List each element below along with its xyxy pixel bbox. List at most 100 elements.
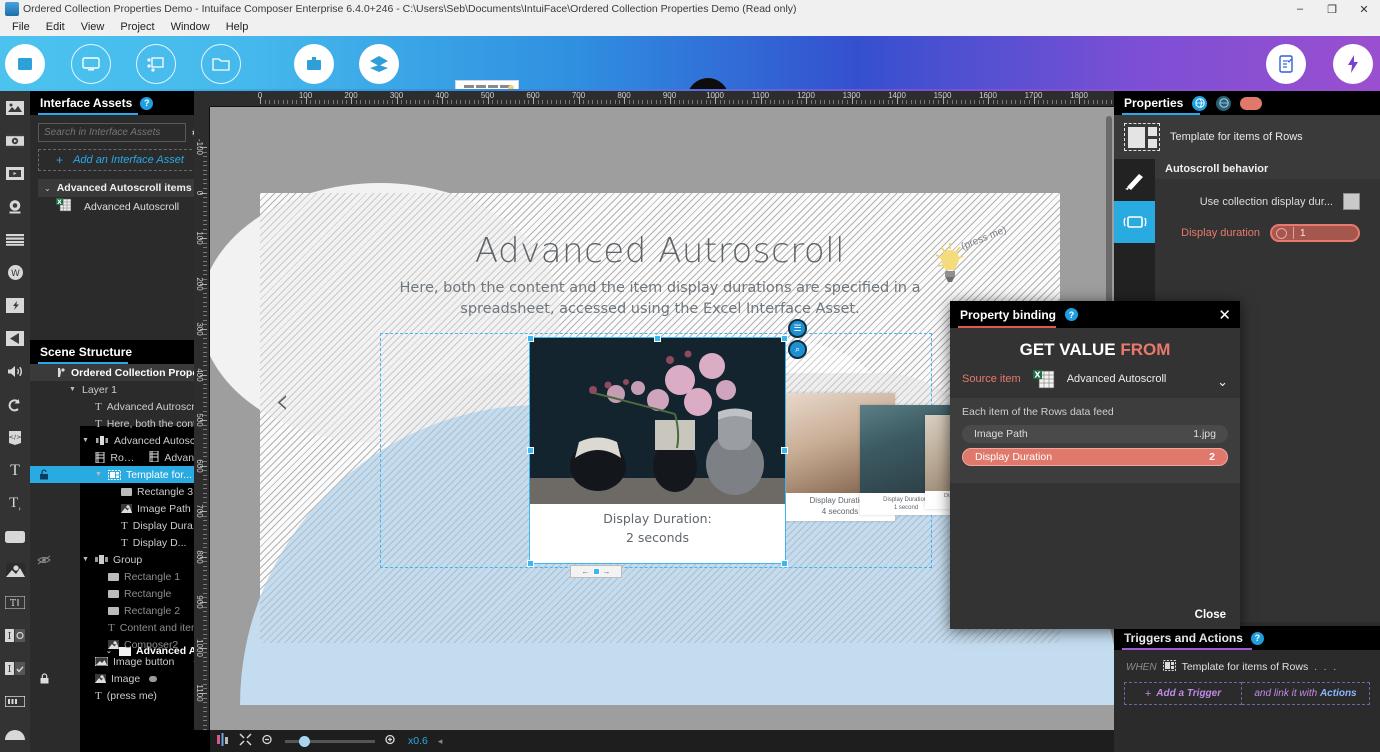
web-browser-tool[interactable]: W xyxy=(0,256,30,289)
scene-structure-row[interactable]: T Content and item... xyxy=(30,619,210,636)
scene-structure-row[interactable]: Rectangle 3 xyxy=(30,483,210,500)
scene-structure-row[interactable]: ▼ Layer 1 xyxy=(30,381,210,398)
use-collection-duration-checkbox[interactable] xyxy=(1343,193,1360,210)
chevron-down-icon[interactable]: ▼ xyxy=(69,386,77,393)
scene-structure-row[interactable]: T Display Dura... xyxy=(30,517,210,534)
layers-icon[interactable] xyxy=(359,44,399,84)
property-binding-dialog[interactable]: Property binding ? ✕ GET VALUE FROM Sour… xyxy=(950,301,1240,629)
binding-badge-icon[interactable]: ☰ xyxy=(788,319,807,338)
help-icon[interactable]: ? xyxy=(1250,631,1264,645)
new-experience-icon[interactable] xyxy=(5,44,45,84)
behavior-tab[interactable] xyxy=(1114,201,1155,243)
carousel-prev-icon[interactable]: ‹ xyxy=(275,381,289,422)
image-shape-tool[interactable] xyxy=(0,553,30,586)
interface-asset-item[interactable]: X Advanced Autoscroll xyxy=(38,197,202,217)
add-trigger-button[interactable]: + Add a Trigger xyxy=(1124,682,1242,705)
image-tool[interactable] xyxy=(0,91,30,124)
zoom-in-icon[interactable] xyxy=(385,734,398,748)
close-icon[interactable]: ✕ xyxy=(1218,306,1231,324)
binding-option-image-path[interactable]: Image Path 1.jpg xyxy=(962,425,1228,443)
refresh-tool[interactable] xyxy=(0,388,30,421)
text-tool[interactable]: T xyxy=(0,454,30,487)
ellipsis-menu-icon[interactable]: . . . xyxy=(1314,662,1338,673)
rectangle-tool[interactable] xyxy=(0,520,30,553)
resize-handle-ml[interactable] xyxy=(527,447,534,454)
zoom-slider[interactable] xyxy=(285,735,375,747)
resize-handle-tc[interactable] xyxy=(654,335,661,342)
3d-model-tool[interactable] xyxy=(0,322,30,355)
scrollbar-thumb[interactable] xyxy=(1106,116,1112,316)
scene-structure-row[interactable]: T (press me) xyxy=(30,687,210,704)
drag-center-handle[interactable] xyxy=(592,568,600,575)
rich-text-tool[interactable]: T› xyxy=(0,487,30,520)
minimize-button[interactable]: – xyxy=(1284,0,1316,18)
fit-to-screen-icon[interactable] xyxy=(239,733,252,749)
arc-tool[interactable] xyxy=(0,718,30,751)
menu-view[interactable]: View xyxy=(73,19,113,35)
lightning-icon[interactable] xyxy=(1333,44,1373,84)
interface-asset-icon[interactable] xyxy=(1192,95,1208,111)
drag-handle-bar[interactable]: ← → xyxy=(570,565,622,578)
scene-canvas[interactable]: Advanced Autroscroll Here, both the cont… xyxy=(210,183,1120,705)
menu-project[interactable]: Project xyxy=(112,19,162,35)
radio-button-tool[interactable]: I xyxy=(0,619,30,652)
chevron-down-icon[interactable]: ▼ xyxy=(82,556,90,563)
link-actions-button[interactable]: and link it with Actions xyxy=(1242,682,1370,705)
vertical-ruler[interactable]: -100 0 100 200 300 400 500 600 700 800 900 1000 1100… xyxy=(194,107,210,730)
help-icon[interactable]: ? xyxy=(140,96,154,110)
shared-asset-icon[interactable] xyxy=(1216,95,1232,111)
scene-structure-row[interactable]: ▼ Template for... xyxy=(30,466,210,483)
scene-subheading-text[interactable]: Here, both the content and the item disp… xyxy=(380,278,940,320)
chevron-down-icon[interactable]: ▼ xyxy=(95,471,103,478)
zoom-out-icon[interactable] xyxy=(262,734,275,748)
maximize-button[interactable]: ❐ xyxy=(1316,0,1348,18)
text-input-tool[interactable]: T xyxy=(0,586,30,619)
collapse-caret-icon[interactable]: ◂ xyxy=(438,736,443,747)
search-badge-icon[interactable]: ⌕ xyxy=(788,340,807,359)
menu-edit[interactable]: Edit xyxy=(38,19,73,35)
align-tools-icon[interactable] xyxy=(216,733,229,749)
binding-indicator-icon[interactable] xyxy=(1240,96,1263,110)
lock-icon[interactable] xyxy=(30,670,58,687)
scene-structure-row[interactable]: Image button⚡ xyxy=(30,653,210,670)
horizontal-ruler[interactable]: 0 100 200 300 400 500 600 700 800 900 1000 1100 1200… xyxy=(210,91,1120,107)
help-icon[interactable]: ? xyxy=(1065,308,1078,321)
resize-handle-tr[interactable] xyxy=(781,335,788,342)
source-item-row[interactable]: Source item X Advanced Autoscroll ⌄ xyxy=(950,360,1240,398)
scene-structure-row[interactable]: Rectangle 2 xyxy=(30,602,210,619)
menu-help[interactable]: Help xyxy=(218,19,257,35)
scene-structure-row[interactable]: Image xyxy=(30,670,210,687)
scene-structure-row[interactable]: T Here, both the conte xyxy=(30,415,210,432)
menu-window[interactable]: Window xyxy=(163,19,218,35)
hidden-eye-icon[interactable] xyxy=(30,551,58,568)
resize-handle-tl[interactable] xyxy=(527,335,534,342)
scene-structure-row[interactable]: Image Path xyxy=(30,500,210,517)
add-interface-asset-button[interactable]: + Add an Interface Asset xyxy=(38,149,202,171)
progress-bar-tool[interactable] xyxy=(0,685,30,718)
scene-structure-row[interactable]: Rows ofAdvanced A xyxy=(30,449,210,466)
scene-structure-row[interactable]: Composer2 xyxy=(30,636,210,653)
scene-structure-row[interactable]: Rectangle xyxy=(30,585,210,602)
webcam-tool[interactable] xyxy=(0,190,30,223)
scene-structure-row[interactable]: Rectangle 1 xyxy=(30,568,210,585)
resize-handle-br[interactable] xyxy=(781,560,788,567)
scene-structure-row[interactable]: ▼ Group xyxy=(30,551,210,568)
scene-structure-row[interactable]: T Advanced Autroscroll xyxy=(30,398,210,415)
interface-assets-group-header[interactable]: ⌄ Advanced Autoscroll items xyxy=(38,179,202,197)
scene-structure-row[interactable]: T Display D... xyxy=(30,534,210,551)
flash-tool[interactable] xyxy=(0,289,30,322)
unlock-icon[interactable] xyxy=(30,466,58,483)
embed-code-tool[interactable]: </> xyxy=(0,421,30,454)
menu-file[interactable]: File xyxy=(4,19,38,35)
audio-tool[interactable] xyxy=(0,355,30,388)
chevron-down-icon[interactable]: ▼ xyxy=(82,437,90,444)
resize-handle-mr[interactable] xyxy=(781,447,788,454)
share-assets-icon[interactable] xyxy=(136,44,176,84)
resize-handle-bl[interactable] xyxy=(527,560,534,567)
add-scene-icon[interactable] xyxy=(294,44,334,84)
checkbox-tool[interactable]: I xyxy=(0,652,30,685)
checklist-icon[interactable] xyxy=(1266,44,1306,84)
display-duration-bound-field[interactable]: 1 xyxy=(1270,224,1360,242)
scene-structure-row[interactable]: Ordered Collection Proper... xyxy=(30,364,210,381)
close-button[interactable]: ✕ xyxy=(1348,0,1380,18)
